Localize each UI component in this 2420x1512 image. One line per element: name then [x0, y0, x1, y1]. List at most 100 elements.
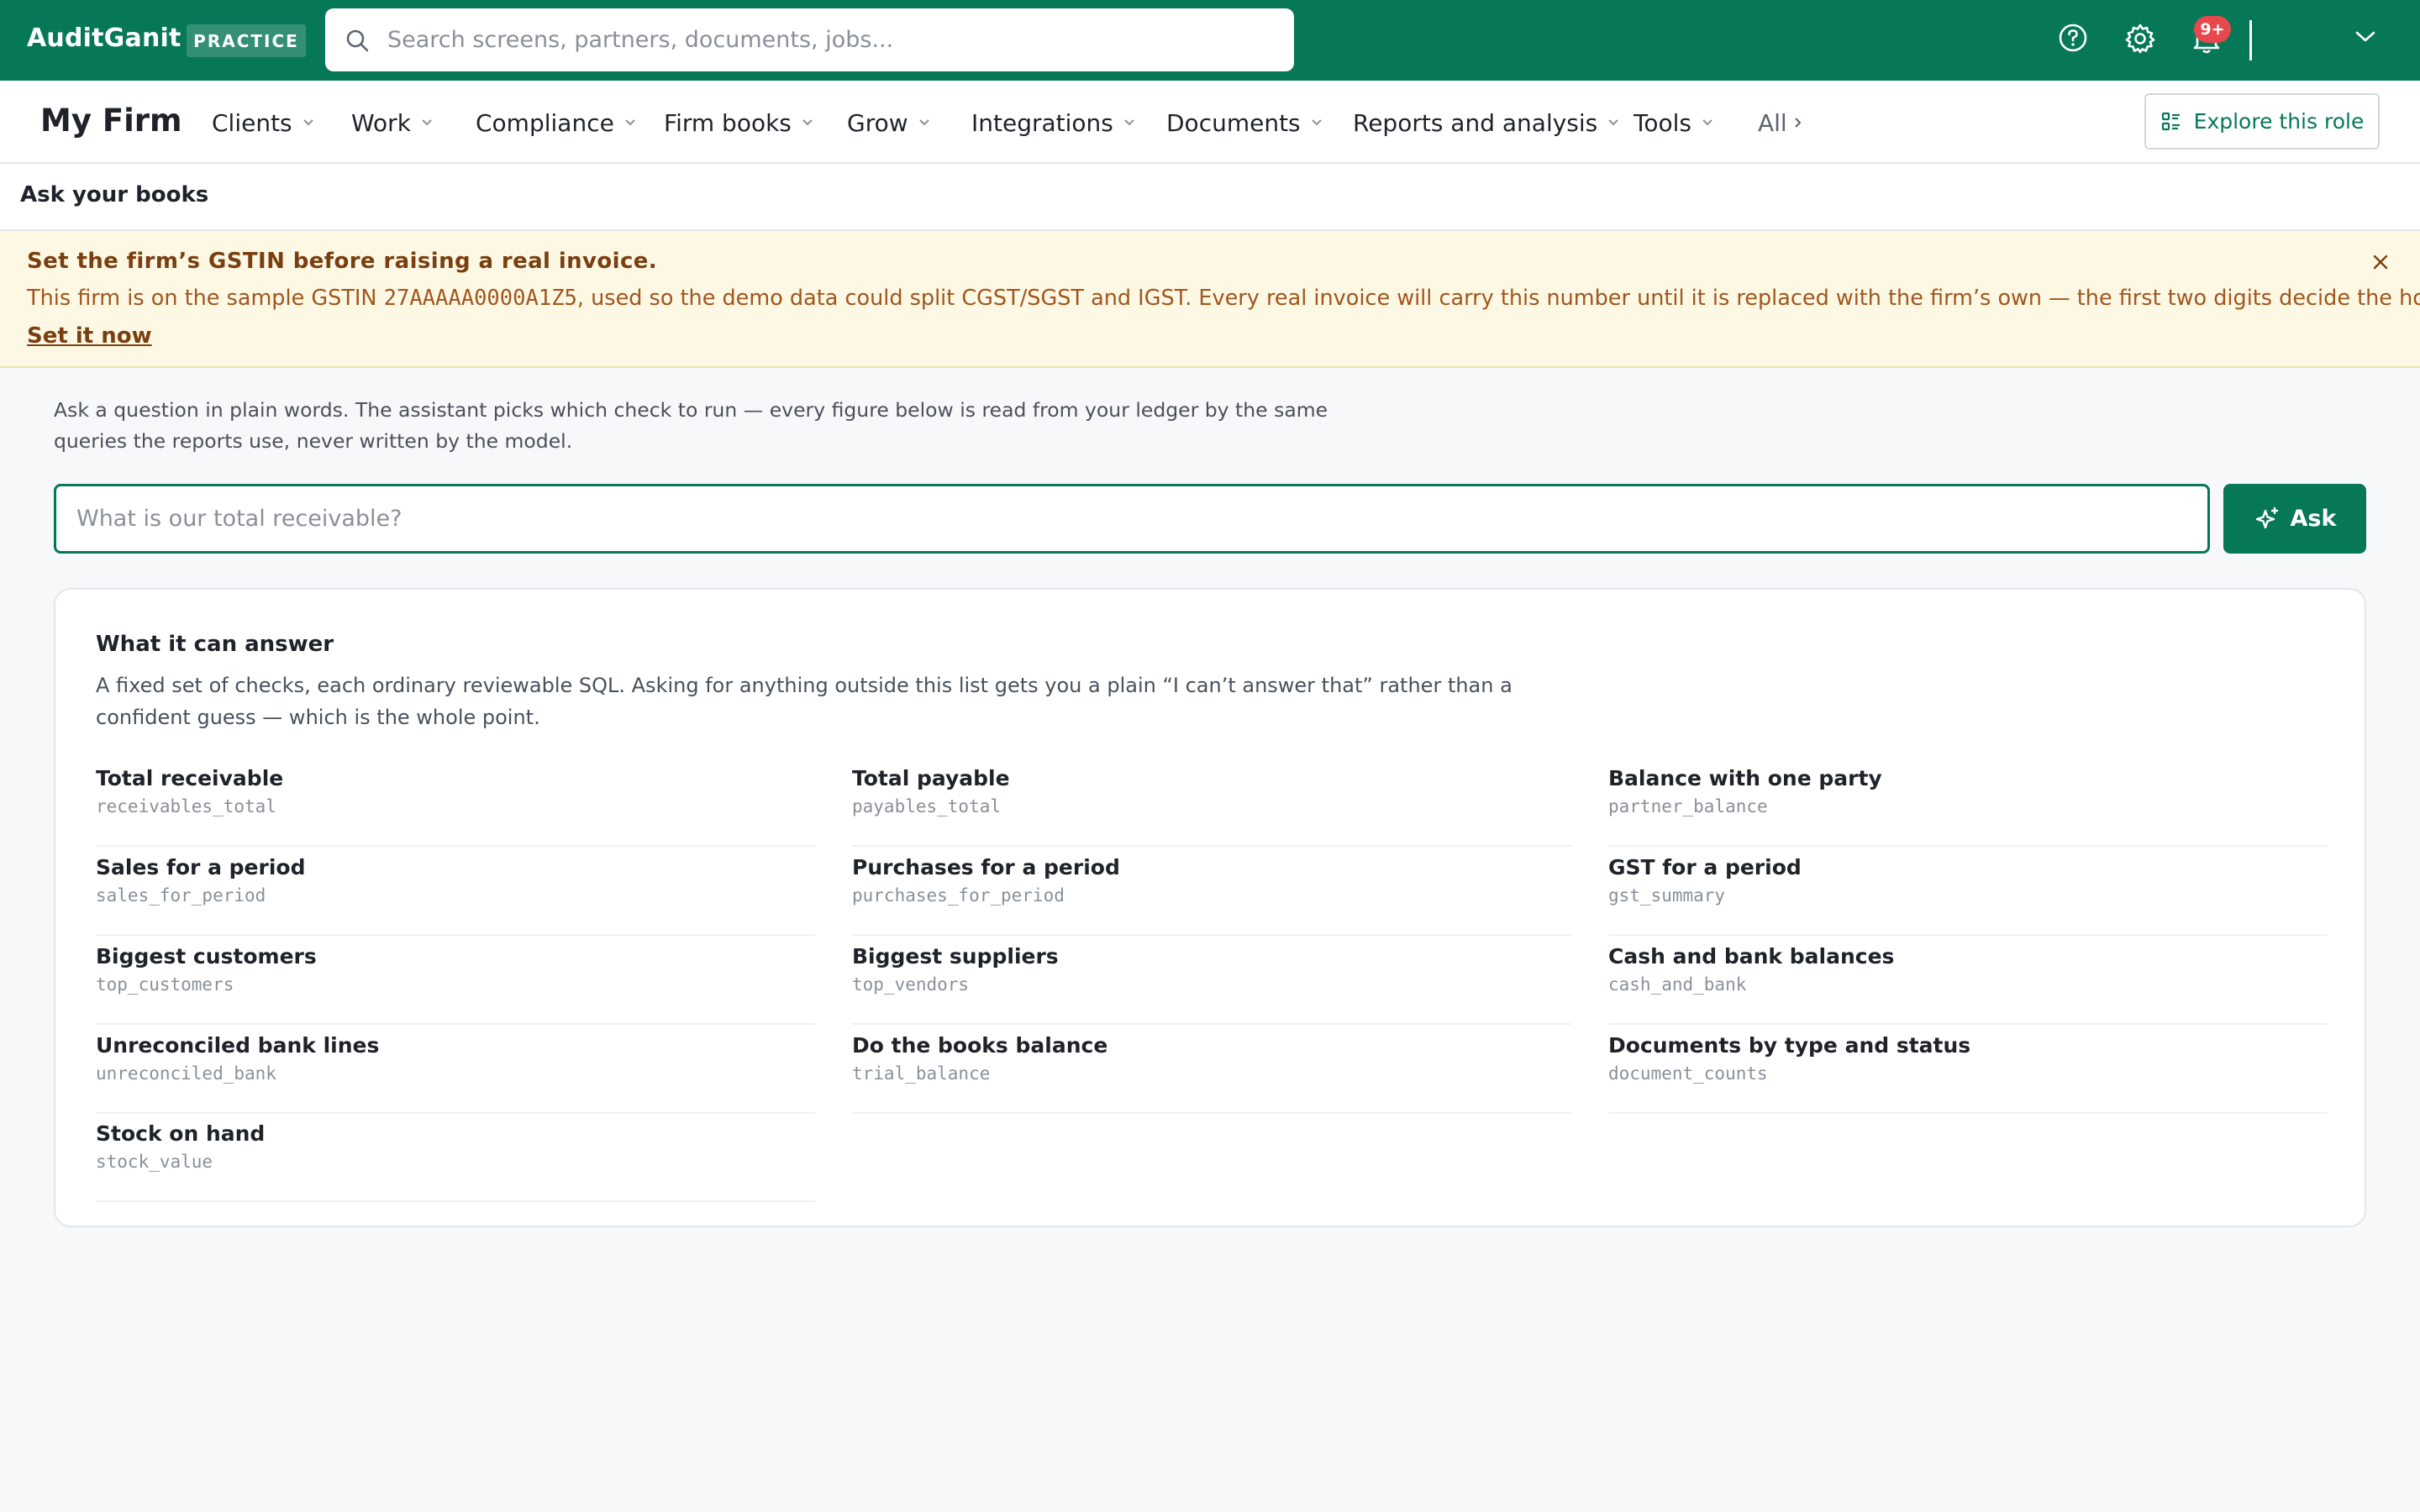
capability-code: trial_balance	[852, 1063, 991, 1084]
capability-code: purchases_for_period	[852, 885, 1065, 906]
chevron-down-icon	[802, 119, 813, 126]
capability-label: Purchases for a period	[852, 855, 1120, 879]
banner-text-after: , used so the demo data could split CGST…	[576, 286, 2420, 311]
capability-code: unreconciled_bank	[96, 1063, 276, 1084]
sample-gstin: 27AAAAA0000A1Z5	[383, 286, 577, 311]
nav-label: Integrations	[971, 108, 1113, 137]
nav-label: Firm books	[664, 108, 792, 137]
chevron-down-icon	[302, 119, 313, 126]
nav-firm-books[interactable]: Firm books	[664, 106, 815, 139]
chevron-down-icon	[1608, 119, 1618, 126]
capability-item[interactable]: GST for a period gst_summary	[1608, 847, 2328, 936]
capability-code: partner_balance	[1608, 796, 1768, 816]
nav-label: Reports and analysis	[1353, 108, 1598, 137]
search-input[interactable]	[387, 8, 1278, 71]
capabilities-card: What it can answer A fixed set of checks…	[54, 588, 2366, 1227]
capability-item[interactable]: Purchases for a period purchases_for_per…	[852, 847, 1571, 936]
nav-label: Tools	[1634, 108, 1691, 137]
nav-label: Clients	[212, 108, 292, 137]
main-nav: My Firm Clients Work Compliance Firm boo…	[0, 81, 2420, 164]
gear-icon[interactable]	[2124, 23, 2156, 55]
chevron-down-icon	[625, 119, 635, 126]
capability-code: payables_total	[852, 796, 1002, 816]
nav-documents[interactable]: Documents	[1166, 106, 1324, 139]
app-brand[interactable]: AuditGanit	[27, 24, 182, 53]
capability-item[interactable]: Documents by type and status document_co…	[1608, 1025, 2328, 1114]
explore-role-button[interactable]: Explore this role	[2144, 93, 2380, 150]
capability-item[interactable]: Stock on hand stock_value	[96, 1113, 815, 1202]
ask-button-label: Ask	[2290, 506, 2337, 532]
capability-label: Do the books balance	[852, 1033, 1108, 1058]
help-icon[interactable]	[2058, 23, 2088, 53]
capability-code: sales_for_period	[96, 885, 266, 906]
nav-reports-and-analysis[interactable]: Reports and analysis	[1353, 106, 1621, 139]
card-description: A fixed set of checks, each ordinary rev…	[96, 674, 1512, 729]
capability-label: Stock on hand	[96, 1121, 266, 1146]
notification-badge: 9+	[2194, 16, 2231, 43]
capability-item[interactable]: Do the books balance trial_balance	[852, 1025, 1571, 1114]
capability-label: Balance with one party	[1608, 766, 1882, 790]
capability-item[interactable]: Balance with one party partner_balance	[1608, 758, 2328, 847]
set-gstin-link[interactable]: Set it now	[27, 323, 152, 349]
capability-label: Biggest suppliers	[852, 944, 1059, 969]
chevron-down-icon	[918, 119, 929, 126]
page-header: Ask your books	[0, 164, 2420, 231]
capability-label: GST for a period	[1608, 855, 1802, 879]
gstin-warning-banner: Set the firm’s GSTIN before raising a re…	[0, 231, 2420, 368]
top-divider	[2249, 20, 2252, 60]
nav-all-label: All	[1758, 108, 1787, 137]
card-title: What it can answer	[96, 632, 334, 657]
chevron-down-icon	[1124, 119, 1134, 126]
chevron-down-icon[interactable]	[2354, 30, 2376, 44]
page-title: Ask your books	[20, 182, 209, 207]
capability-code: stock_value	[96, 1152, 213, 1172]
capability-item[interactable]: Unreconciled bank lines unreconciled_ban…	[96, 1025, 815, 1114]
nav-integrations[interactable]: Integrations	[971, 106, 1137, 139]
capability-label: Sales for a period	[96, 855, 306, 879]
close-icon[interactable]	[2370, 251, 2391, 273]
question-input[interactable]	[54, 484, 2210, 554]
banner-text-before: This firm is on the sample GSTIN	[27, 286, 384, 311]
capability-code: document_counts	[1608, 1063, 1768, 1084]
global-search[interactable]	[325, 8, 1294, 71]
nav-label: Work	[351, 108, 411, 137]
capability-label: Unreconciled bank lines	[96, 1033, 380, 1058]
capability-label: Biggest customers	[96, 944, 317, 969]
search-icon	[345, 29, 369, 52]
firm-title[interactable]: My Firm	[40, 102, 182, 139]
explore-role-label: Explore this role	[2193, 109, 2365, 134]
capability-label: Total payable	[852, 766, 1010, 790]
nav-label: Compliance	[476, 108, 614, 137]
ask-intro: Ask a question in plain words. The assis…	[54, 398, 1328, 453]
mode-badge: PRACTICE	[187, 24, 306, 57]
chevron-down-icon	[1702, 119, 1712, 126]
top-bar: AuditGanit PRACTICE 9+	[0, 0, 2420, 81]
capability-item[interactable]: Cash and bank balances cash_and_bank	[1608, 936, 2328, 1025]
chevron-down-icon	[422, 119, 432, 126]
nav-tools[interactable]: Tools	[1634, 106, 1715, 139]
capability-item[interactable]: Total receivable receivables_total	[96, 758, 815, 847]
capability-item[interactable]: Biggest customers top_customers	[96, 936, 815, 1025]
nav-grow[interactable]: Grow	[847, 106, 932, 139]
nav-compliance[interactable]: Compliance	[476, 106, 638, 139]
sparkle-icon	[2255, 507, 2278, 528]
nav-label: Grow	[847, 108, 908, 137]
nav-label: Documents	[1166, 108, 1301, 137]
ask-button[interactable]: Ask	[2223, 484, 2366, 554]
capability-label: Total receivable	[96, 766, 284, 790]
nav-clients[interactable]: Clients	[212, 106, 316, 139]
capability-code: top_customers	[96, 974, 234, 995]
nav-work[interactable]: Work	[351, 106, 434, 139]
nav-all[interactable]: All	[1758, 106, 1806, 139]
capability-item[interactable]: Biggest suppliers top_vendors	[852, 936, 1571, 1025]
banner-text: This firm is on the sample GSTIN 27AAAAA…	[27, 286, 2420, 311]
capability-code: cash_and_bank	[1608, 974, 1747, 995]
capability-label: Cash and bank balances	[1608, 944, 1895, 969]
banner-title: Set the firm’s GSTIN before raising a re…	[27, 249, 658, 274]
capability-item[interactable]: Sales for a period sales_for_period	[96, 847, 815, 936]
capability-code: top_vendors	[852, 974, 970, 995]
capability-label: Documents by type and status	[1608, 1033, 1971, 1058]
chevron-down-icon	[1311, 119, 1322, 126]
list-icon	[2161, 112, 2180, 130]
capability-item[interactable]: Total payable payables_total	[852, 758, 1571, 847]
